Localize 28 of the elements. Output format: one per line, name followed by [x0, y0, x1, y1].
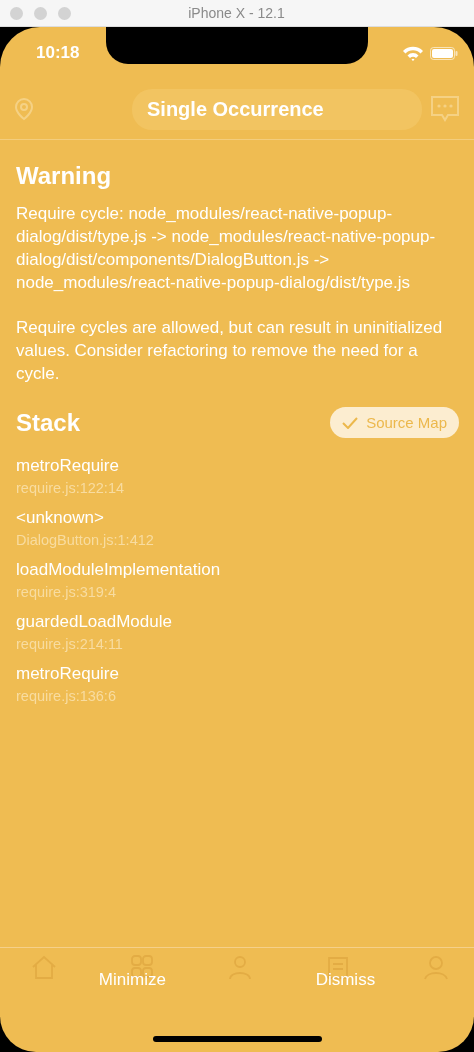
frame-name: metroRequire — [16, 456, 119, 476]
wifi-icon — [402, 45, 424, 61]
frame-name: guardedLoadModule — [16, 612, 172, 632]
frame-location: DialogButton.js:1:412 — [16, 532, 154, 548]
frame-location: require.js:214:11 — [16, 636, 123, 652]
source-map-toggle[interactable]: Source Map — [330, 407, 459, 438]
minimize-button[interactable] — [34, 6, 47, 20]
chat-icon[interactable] — [430, 95, 460, 123]
checkmark-icon — [342, 416, 359, 429]
warning-title: Warning — [16, 162, 113, 190]
battery-icon — [430, 46, 458, 60]
dismiss-button[interactable]: Dismiss — [307, 966, 384, 994]
frame-name: <unknown> — [16, 508, 104, 528]
location-pin-icon — [14, 97, 34, 121]
warning-message: Require cycles are allowed, but can result in uninitialized values. Consider refactoring to remove the need for a cycle. — [16, 317, 444, 385]
frame-name: metroRequire — [16, 664, 119, 684]
warning-message: Require cycle: node_modules/react-native-popup-dialog/dist/type.js -> node_modules/react-native-popup-dialog/dist/components/DialogButton.js -> node_modules/react-native-popup-dialog/dist/type.js — [16, 203, 437, 294]
frame-name: loadModuleImplementation — [16, 560, 221, 580]
minimize-button[interactable]: Minimize — [90, 966, 174, 994]
zoom-button[interactable] — [58, 6, 71, 20]
close-button[interactable] — [10, 6, 23, 20]
status-time: 10:18 — [36, 43, 80, 63]
log-header: Single Occurrence — [132, 88, 422, 130]
stack-title: Stack — [16, 408, 81, 437]
frame-location: require.js:136:6 — [16, 688, 116, 704]
frame-location: require.js:122:14 — [16, 480, 124, 496]
window-title: iPhone X - 12.1 — [187, 5, 286, 21]
frame-location: require.js:319:4 — [16, 584, 116, 600]
